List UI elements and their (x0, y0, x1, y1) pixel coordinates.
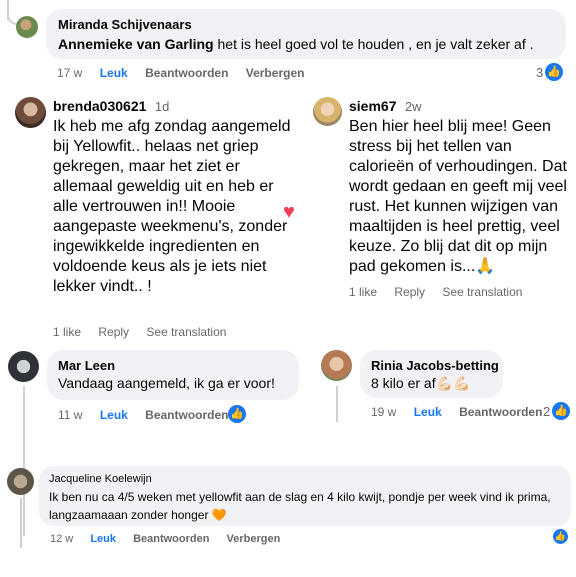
comment-actions: 19 w Leuk Beantwoorden (371, 405, 556, 419)
like-icon: 👍 (545, 63, 564, 81)
reaction-number: 2 (543, 403, 551, 419)
comment-header: brenda030621 1d (53, 98, 169, 116)
reply-link[interactable]: Reply (98, 325, 129, 339)
comment-text: Vandaag aangemeld, ik ga er voor! (58, 375, 275, 391)
comment-text: Annemieke van Garling het is heel goed v… (58, 36, 533, 52)
avatar[interactable] (15, 97, 46, 128)
comment-text: Ik ben nu ca 4/5 weken met yellowfit aan… (49, 490, 551, 522)
comment-text: Ik heb me afg zondag aangemeld bij Yello… (53, 118, 291, 295)
avatar[interactable] (7, 468, 34, 495)
thread-line (20, 498, 22, 548)
like-count[interactable]: 1 like (349, 285, 377, 299)
thread-line (336, 386, 338, 422)
reaction-count[interactable]: 👍 (228, 405, 246, 423)
hide-link[interactable]: Verbergen (246, 66, 305, 80)
comment-actions: 17 w Leuk Beantwoorden Verbergen (57, 66, 318, 80)
avatar[interactable] (8, 351, 39, 382)
comment-bubble: Rinia Jacobs-betting 8 kilo er af💪🏻💪🏻 (360, 350, 503, 398)
comment-author[interactable]: Mar Leen (58, 358, 115, 373)
comment-time[interactable]: 19 w (371, 405, 396, 419)
comment-time[interactable]: 12 w (50, 533, 73, 545)
comment-author[interactable]: Miranda Schijvenaars (58, 17, 192, 32)
comment-time[interactable]: 17 w (57, 66, 82, 80)
translate-link[interactable]: See translation (146, 325, 226, 339)
like-count[interactable]: 1 like (53, 325, 81, 339)
heart-icon[interactable]: ♥ (283, 202, 295, 222)
comment-actions: 1 like Reply See translation (349, 285, 536, 299)
like-link[interactable]: Leuk (90, 533, 116, 545)
reaction-count[interactable]: 3 👍 (536, 63, 564, 81)
avatar[interactable] (313, 97, 342, 126)
comment-time[interactable]: 11 w (58, 408, 82, 422)
reply-link[interactable]: Reply (394, 285, 425, 299)
comment-time: 2w (404, 99, 422, 114)
comment-bubble: Jacqueline Koelewijn Ik ben nu ca 4/5 we… (39, 466, 571, 526)
thread-line (23, 386, 25, 536)
comment-author[interactable]: brenda030621 (53, 98, 146, 114)
reply-link[interactable]: Beantwoorden (145, 408, 228, 422)
comment-text: Ben hier heel blij mee! Geen stress bij … (349, 118, 567, 275)
comment-bubble: Miranda Schijvenaars Annemieke van Garli… (46, 9, 566, 59)
thread-elbow (7, 5, 17, 25)
hide-link[interactable]: Verbergen (227, 533, 281, 545)
avatar[interactable] (321, 350, 352, 381)
like-link[interactable]: Leuk (100, 66, 128, 80)
comment-actions: 1 like Reply See translation (53, 325, 240, 339)
comment-author[interactable]: siem67 (349, 98, 396, 114)
comment-body: het is heel goed vol te houden , en je v… (213, 36, 534, 52)
like-link[interactable]: Leuk (414, 405, 442, 419)
comment-bubble: Mar Leen Vandaag aangemeld, ik ga er voo… (47, 350, 299, 400)
comment-header: siem67 2w (349, 98, 422, 116)
comment-text: 8 kilo er af💪🏻💪🏻 (371, 375, 471, 391)
translate-link[interactable]: See translation (442, 285, 522, 299)
like-link[interactable]: Leuk (100, 408, 128, 422)
like-icon: 👍 (553, 529, 568, 544)
reaction-count[interactable]: 2 👍 (543, 402, 571, 420)
reply-link[interactable]: Beantwoorden (145, 66, 228, 80)
reaction-count[interactable]: 👍 (553, 529, 568, 544)
comment-author[interactable]: Jacqueline Koelewijn (49, 473, 152, 485)
comment-actions: 11 w Leuk Beantwoorden (58, 408, 243, 422)
reply-link[interactable]: Beantwoorden (133, 533, 209, 545)
comment-time: 1d (154, 99, 170, 114)
comment-author[interactable]: Rinia Jacobs-betting (371, 358, 499, 373)
reaction-number: 3 (536, 64, 544, 80)
mention-link[interactable]: Annemieke van Garling (58, 36, 214, 52)
like-icon: 👍 (552, 402, 571, 420)
comment-actions: 12 w Leuk Beantwoorden Verbergen (50, 533, 294, 545)
avatar[interactable] (16, 16, 38, 38)
reply-link[interactable]: Beantwoorden (459, 405, 542, 419)
like-icon: 👍 (228, 405, 246, 423)
